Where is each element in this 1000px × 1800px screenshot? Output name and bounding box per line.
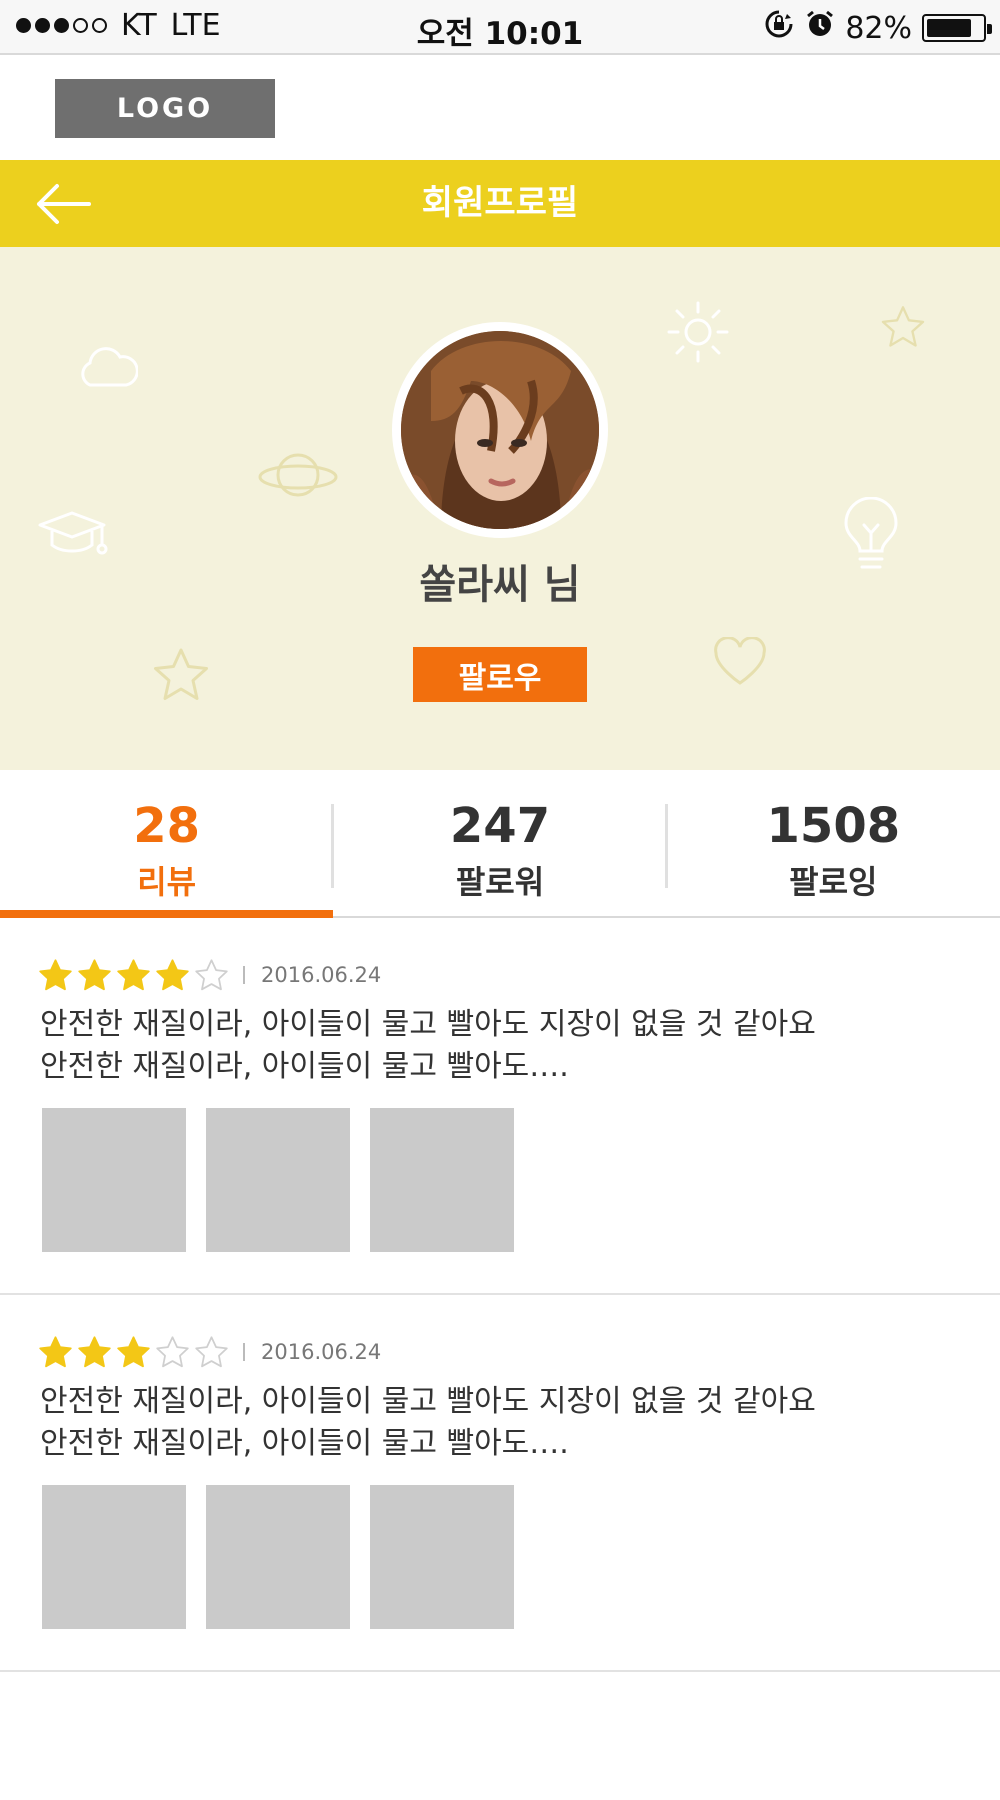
review-text-line: 안전한 재질이라, 아이들이 물고 빨아도 지장이 없을 것 같아요 xyxy=(40,1384,816,1419)
profile-name: 쏠라씨 님 xyxy=(419,562,581,608)
star-filled-icon xyxy=(156,959,189,991)
logo[interactable]: LOGO xyxy=(55,79,275,138)
status-bar: KT LTE 오전 10:01 82% xyxy=(0,0,1000,55)
review-photo-thumbnail[interactable] xyxy=(42,1485,186,1629)
heart-icon xyxy=(714,637,766,685)
follower-count: 247 xyxy=(449,798,551,854)
star-filled-icon xyxy=(39,1336,72,1368)
review-date: 2016.06.24 xyxy=(261,1340,382,1364)
tab-followers[interactable]: 247 팔로워 xyxy=(333,770,666,916)
review-photos xyxy=(42,1485,514,1629)
battery-icon xyxy=(922,14,992,42)
star-empty-icon xyxy=(156,1336,189,1368)
star-outline-icon xyxy=(154,648,208,700)
review-text: 안전한 재질이라, 아이들이 물고 빨아도 지장이 없을 것 같아요 안전한 재… xyxy=(40,1004,940,1088)
tab-reviews[interactable]: 28 리뷰 xyxy=(0,770,334,918)
rotation-lock-icon xyxy=(763,8,795,48)
star-outline-icon xyxy=(881,306,925,347)
planet-icon xyxy=(258,453,338,497)
review-header: 2016.06.24 xyxy=(38,1335,381,1369)
sun-icon xyxy=(667,301,729,363)
cloud-icon xyxy=(81,347,138,387)
divider xyxy=(331,804,334,888)
avatar xyxy=(392,322,608,538)
star-empty-icon xyxy=(195,959,228,991)
review-header: 2016.06.24 xyxy=(38,958,381,992)
review-photo-thumbnail[interactable] xyxy=(370,1108,514,1252)
tab-following[interactable]: 1508 팔로잉 xyxy=(667,770,1000,916)
review-text-line: 안전한 재질이라, 아이들이 물고 빨아도 지장이 없을 것 같아요 xyxy=(40,1007,816,1042)
title-bar: 회원프로필 xyxy=(0,160,1000,247)
review-photo-thumbnail[interactable] xyxy=(206,1485,350,1629)
following-count: 1508 xyxy=(766,798,901,854)
review-date: 2016.06.24 xyxy=(261,963,382,987)
star-rating xyxy=(38,1335,229,1369)
star-empty-icon xyxy=(195,1336,228,1368)
avatar-image xyxy=(401,331,599,529)
follow-button[interactable]: 팔로우 xyxy=(413,647,587,702)
star-filled-icon xyxy=(78,959,111,991)
review-count: 28 xyxy=(133,798,201,854)
review-photos xyxy=(42,1108,514,1252)
star-filled-icon xyxy=(117,1336,150,1368)
battery-percent: 82% xyxy=(845,10,912,46)
review-text-line: 안전한 재질이라, 아이들이 물고 빨아도…. xyxy=(40,1049,569,1084)
battery-fill xyxy=(927,19,972,37)
review-photo-thumbnail[interactable] xyxy=(42,1108,186,1252)
review-text-line: 안전한 재질이라, 아이들이 물고 빨아도…. xyxy=(40,1426,569,1461)
follower-label: 팔로워 xyxy=(455,862,545,901)
stats-tabs: 28 리뷰 247 팔로워 1508 팔로잉 xyxy=(0,770,1000,918)
review-text: 안전한 재질이라, 아이들이 물고 빨아도 지장이 없을 것 같아요 안전한 재… xyxy=(40,1381,940,1465)
status-right: 82% xyxy=(763,8,992,48)
review-photo-thumbnail[interactable] xyxy=(370,1485,514,1629)
star-filled-icon xyxy=(78,1336,111,1368)
following-label: 팔로잉 xyxy=(789,862,878,901)
review-label: 리뷰 xyxy=(137,862,197,901)
page-title: 회원프로필 xyxy=(421,183,579,223)
star-filled-icon xyxy=(117,959,150,991)
star-filled-icon xyxy=(39,959,72,991)
review-photo-thumbnail[interactable] xyxy=(206,1108,350,1252)
profile-hero: 쏠라씨 님 팔로우 xyxy=(0,247,1000,770)
alarm-icon xyxy=(805,9,835,47)
divider xyxy=(243,966,245,984)
review-item[interactable]: 2016.06.24 안전한 재질이라, 아이들이 물고 빨아도 지장이 없을 … xyxy=(0,918,1000,1295)
star-rating xyxy=(38,958,229,992)
review-item[interactable]: 2016.06.24 안전한 재질이라, 아이들이 물고 빨아도 지장이 없을 … xyxy=(0,1295,1000,1672)
divider xyxy=(665,804,668,888)
divider xyxy=(243,1343,245,1361)
